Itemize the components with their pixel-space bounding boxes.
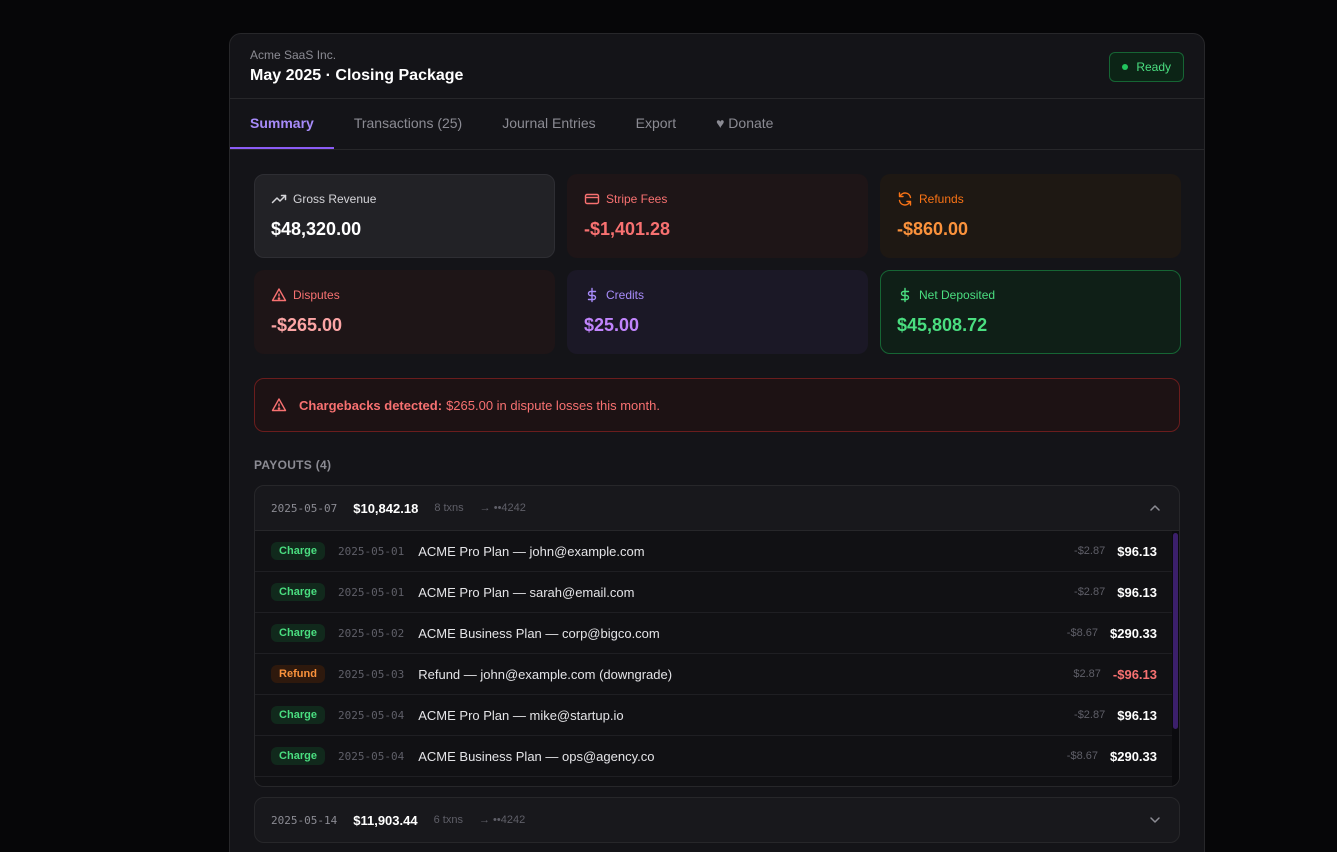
row-description: ACME Pro Plan — sarah@email.com [418, 584, 635, 600]
chevron-up-icon[interactable] [1147, 500, 1163, 516]
row-fee: -$8.67 [1066, 750, 1098, 762]
card-label: Stripe Fees [606, 192, 668, 206]
row-fee: $2.87 [1073, 668, 1101, 680]
row-description: ACME Pro Plan — mike@startup.io [418, 707, 624, 723]
payout-header[interactable]: 2025-05-14 $11,903.44 6 txns → ••4242 [255, 798, 1179, 842]
refresh-icon [897, 191, 913, 207]
row-date: 2025-05-01 [338, 585, 405, 599]
row-fee: -$2.87 [1074, 586, 1106, 598]
type-badge: Charge [271, 706, 325, 724]
tab-export[interactable]: Export [616, 99, 696, 149]
trending-up-icon [271, 191, 287, 207]
row-date: 2025-05-01 [338, 544, 405, 558]
row-description: ACME Business Plan — corp@bigco.com [418, 625, 660, 641]
table-row[interactable]: Charge 2025-05-01 ACME Pro Plan — john@e… [255, 531, 1179, 572]
type-badge: Charge [271, 583, 325, 601]
row-date: 2025-05-04 [338, 749, 405, 763]
card-label: Credits [606, 288, 645, 302]
card-gross-revenue: Gross Revenue $48,320.00 [254, 174, 555, 258]
tab-transactions[interactable]: Transactions (25) [334, 99, 482, 149]
row-amount: $290.33 [1110, 748, 1157, 764]
row-date: 2025-05-02 [338, 626, 405, 640]
closing-package-panel: Acme SaaS Inc. May 2025 · Closing Packag… [229, 33, 1205, 852]
row-date: 2025-05-03 [338, 667, 405, 681]
dollar-icon [584, 287, 600, 303]
company-name: Acme SaaS Inc. [250, 48, 337, 62]
summary-cards: Gross Revenue $48,320.00 Stripe Fees -$1… [254, 174, 1181, 354]
scrollbar-track[interactable] [1172, 531, 1179, 786]
dollar-icon [897, 287, 913, 303]
type-badge: Charge [271, 624, 325, 642]
payout-header[interactable]: 2025-05-07 $10,842.18 8 txns → ••4242 [255, 486, 1179, 530]
row-fee: -$2.87 [1074, 545, 1106, 557]
row-description: ACME Business Plan — ops@agency.co [418, 748, 655, 764]
payout-date: 2025-05-14 [271, 813, 338, 827]
payout-date: 2025-05-07 [271, 501, 338, 515]
payout-account: → ••4242 [478, 814, 526, 826]
status-dot-icon [1122, 64, 1129, 70]
credit-card-icon [584, 191, 600, 207]
type-badge: Charge [271, 542, 325, 560]
tab-journal-entries[interactable]: Journal Entries [482, 99, 615, 149]
row-date: 2025-05-04 [338, 708, 405, 722]
payout-txn-count: 6 txns [433, 814, 463, 826]
card-value: -$860.00 [897, 219, 969, 239]
tab-summary[interactable]: Summary [230, 99, 334, 149]
card-stripe-fees: Stripe Fees -$1,401.28 [567, 174, 868, 258]
payout-card: 2025-05-07 $10,842.18 8 txns → ••4242 Ch… [254, 485, 1180, 787]
warning-icon [271, 287, 287, 303]
table-row[interactable]: Charge 2025-05-02 ACME Business Plan — c… [255, 613, 1179, 654]
status-badge: Ready [1109, 52, 1184, 82]
card-value: $48,320.00 [271, 219, 362, 239]
row-fee: -$8.67 [1066, 627, 1098, 639]
type-badge: Refund [271, 665, 325, 683]
row-description: Refund — john@example.com (downgrade) [418, 666, 673, 682]
card-label: Refunds [919, 192, 964, 206]
table-row[interactable]: Charge 2025-05-01 ACME Pro Plan — sarah@… [255, 572, 1179, 613]
tab-bar: Summary Transactions (25) Journal Entrie… [230, 99, 1204, 150]
payout-txn-count: 8 txns [434, 502, 464, 514]
row-fee: -$2.87 [1074, 709, 1106, 721]
summary-content: Gross Revenue $48,320.00 Stripe Fees -$1… [230, 150, 1204, 843]
scrollbar-thumb[interactable] [1173, 533, 1178, 729]
card-label: Net Deposited [919, 288, 996, 302]
card-value: -$1,401.28 [584, 219, 671, 239]
table-row[interactable]: Charge 2025-05-04 ACME Business Plan — o… [255, 736, 1179, 777]
row-amount: $290.33 [1110, 625, 1157, 641]
row-amount: $96.13 [1117, 707, 1157, 723]
tab-donate[interactable]: ♥ Donate [696, 99, 793, 149]
status-label: Ready [1136, 60, 1171, 74]
card-net-deposited: Net Deposited $45,808.72 [880, 270, 1181, 354]
payout-amount: $10,842.18 [353, 500, 419, 516]
card-credits: Credits $25.00 [567, 270, 868, 354]
card-disputes: Disputes -$265.00 [254, 270, 555, 354]
card-label: Disputes [293, 288, 340, 302]
card-value: $25.00 [584, 315, 640, 335]
alert-title: Chargebacks detected: [299, 397, 443, 413]
row-amount: $96.13 [1117, 584, 1157, 600]
payouts-section-label: PAYOUTS (4) [254, 458, 332, 472]
chargeback-alert: Chargebacks detected: $265.00 in dispute… [254, 378, 1180, 432]
row-amount: -$96.13 [1112, 666, 1157, 682]
alert-message: $265.00 in dispute losses this month. [446, 397, 660, 413]
card-value: $45,808.72 [897, 315, 988, 335]
payout-amount: $11,903.44 [353, 812, 418, 828]
card-value: -$265.00 [271, 315, 343, 335]
type-badge: Charge [271, 747, 325, 765]
card-label: Gross Revenue [293, 192, 377, 206]
payout-account: → ••4242 [479, 502, 526, 514]
table-row[interactable]: Charge 2025-05-04 ACME Pro Plan — mike@s… [255, 695, 1179, 736]
payout-transactions: Charge 2025-05-01 ACME Pro Plan — john@e… [255, 530, 1179, 786]
page-title: May 2025 · Closing Package [250, 67, 464, 84]
row-description: ACME Pro Plan — john@example.com [418, 543, 645, 559]
panel-header: Acme SaaS Inc. May 2025 · Closing Packag… [230, 34, 1204, 99]
warning-icon [271, 397, 287, 413]
chevron-down-icon[interactable] [1147, 812, 1163, 828]
row-amount: $96.13 [1117, 543, 1157, 559]
card-refunds: Refunds -$860.00 [880, 174, 1181, 258]
payout-card: 2025-05-14 $11,903.44 6 txns → ••4242 [254, 797, 1180, 843]
table-row[interactable]: Refund 2025-05-03 Refund — john@example.… [255, 654, 1179, 695]
